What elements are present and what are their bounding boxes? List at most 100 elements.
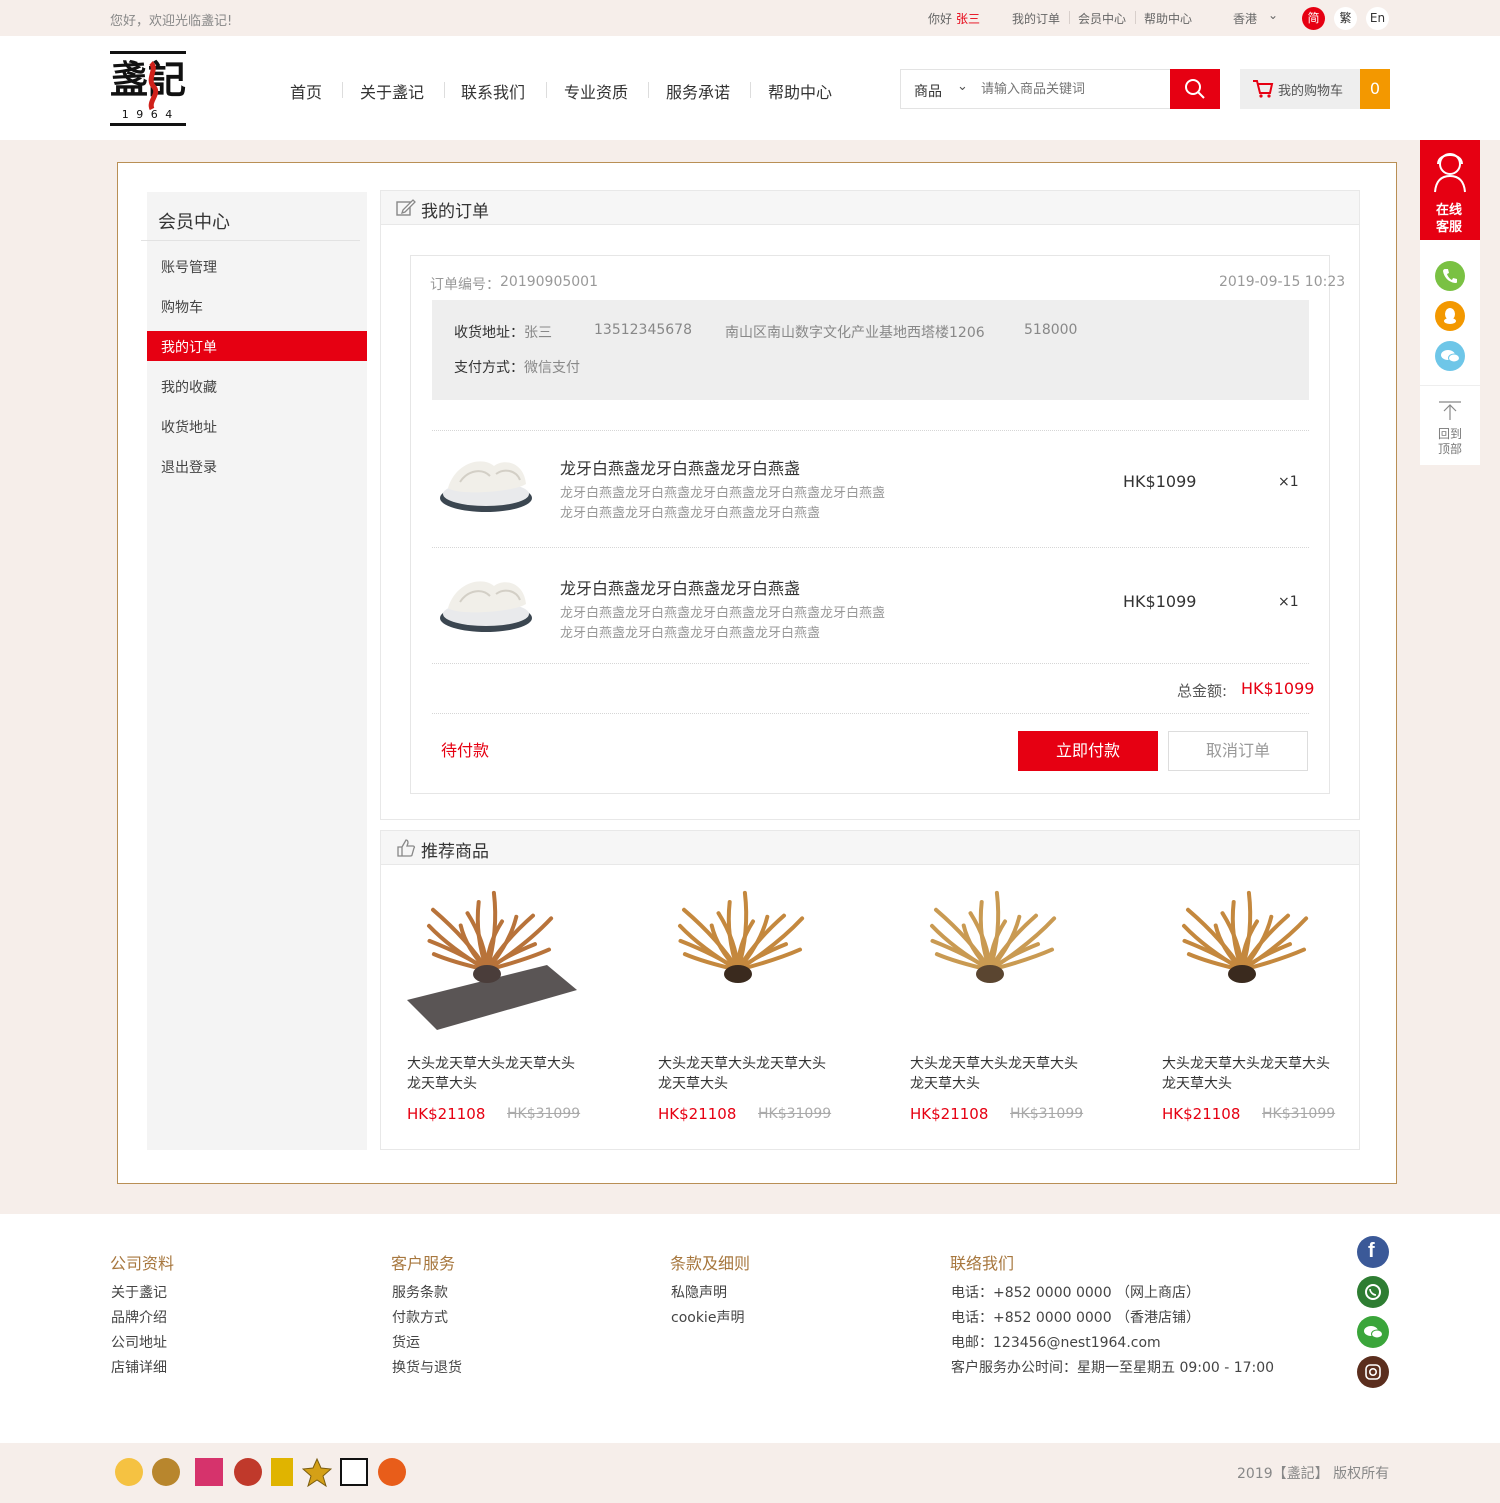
address-label: 收货地址：: [454, 325, 524, 341]
divider: [648, 82, 649, 98]
footer-link[interactable]: cookie声明: [671, 1307, 744, 1327]
wechat-icon[interactable]: [1357, 1316, 1389, 1348]
divider: [1135, 11, 1136, 24]
cordyceps-image: [930, 890, 1057, 983]
pay-now-button[interactable]: 立即付款: [1018, 731, 1158, 771]
cart-count-badge: 0: [1360, 69, 1390, 109]
sidebar-item-account[interactable]: 账号管理: [161, 257, 217, 277]
cancel-order-button[interactable]: 取消订单: [1168, 731, 1308, 771]
order-item-qty: ×1: [1278, 474, 1299, 490]
recommend-product-name: 大头龙天草大头龙天草大头: [910, 1056, 1078, 1072]
recommend-product-card[interactable]: 大头龙天草大头龙天草大头 龙天草大头 HK$21108 HK$31099: [397, 890, 597, 1130]
order-item-price: HK$1099: [1123, 592, 1197, 611]
top-link-help[interactable]: 帮助中心: [1144, 10, 1192, 27]
cordyceps-image: [407, 890, 577, 1030]
payment-method: 微信支付: [524, 360, 580, 376]
arrow-up-icon: [1439, 401, 1461, 420]
nav-help[interactable]: 帮助中心: [768, 79, 832, 103]
lang-english[interactable]: En: [1366, 7, 1389, 30]
order-item-desc: 龙牙白燕盏龙牙白燕盏龙牙白燕盏龙牙白燕盏龙牙白燕盏: [560, 606, 886, 621]
wechat-icon[interactable]: [1435, 341, 1465, 371]
total-label: 总金额:: [1177, 682, 1228, 700]
footer-column-title: 条款及细则: [670, 1254, 751, 1273]
logo-year: 1 9 6 4: [121, 108, 175, 121]
recommend-product-card[interactable]: 大头龙天草大头龙天草大头 龙天草大头 HK$21108 HK$31099: [648, 890, 848, 1130]
order-item-qty: ×1: [1278, 594, 1299, 610]
certification-badge-icon: [340, 1458, 368, 1486]
back-to-top-button[interactable]: 回到 顶部: [1420, 395, 1480, 460]
sidebar-item-label: 我的订单: [161, 340, 217, 356]
username-link[interactable]: 张三: [956, 10, 980, 27]
nav-contact[interactable]: 联系我们: [461, 79, 525, 103]
sidebar-item-orders[interactable]: 我的订单: [147, 331, 367, 361]
cart-label: 我的购物车: [1278, 84, 1344, 99]
recommend-product-name: 龙天草大头: [910, 1076, 980, 1092]
recommend-product-price: HK$21108: [1162, 1105, 1241, 1123]
star-badge-icon: [302, 1457, 332, 1487]
nav-promise[interactable]: 服务承诺: [666, 79, 730, 103]
recommend-product-name: 龙天草大头: [407, 1076, 477, 1092]
footer-link[interactable]: 换货与退货: [392, 1357, 462, 1377]
order-item-name[interactable]: 龙牙白燕盏龙牙白燕盏龙牙白燕盏: [560, 455, 800, 479]
divider: [750, 82, 751, 98]
order-item-desc: 龙牙白燕盏龙牙白燕盏龙牙白燕盏龙牙白燕盏龙牙白燕盏: [560, 486, 886, 501]
recommend-product-name: 大头龙天草大头龙天草大头: [407, 1056, 575, 1072]
recommend-product-name: 龙天草大头: [1162, 1076, 1232, 1092]
footer-link[interactable]: 品牌介绍: [111, 1307, 167, 1327]
lang-traditional[interactable]: 繁: [1334, 7, 1357, 30]
cart-button[interactable]: 我的购物车: [1240, 69, 1360, 109]
order-number-label: 订单编号：: [430, 277, 500, 293]
sidebar-item-cart[interactable]: 购物车: [161, 297, 203, 317]
region-select[interactable]: 香港: [1233, 10, 1257, 27]
top-link-orders[interactable]: 我的订单: [1012, 10, 1060, 27]
orders-panel-header: 我的订单: [381, 191, 1359, 225]
sidebar-item-favorites[interactable]: 我的收藏: [161, 377, 217, 397]
qq-icon[interactable]: [1435, 301, 1465, 331]
order-item-desc: 龙牙白燕盏龙牙白燕盏龙牙白燕盏龙牙白燕盏: [560, 626, 821, 641]
thumbs-up-icon: [397, 839, 416, 857]
nav-about[interactable]: 关于盞记: [360, 79, 424, 103]
footer-link[interactable]: 货运: [392, 1332, 420, 1352]
whatsapp-icon[interactable]: [1357, 1276, 1389, 1308]
nav-qualification[interactable]: 专业资质: [564, 79, 628, 103]
footer-link[interactable]: 公司地址: [111, 1332, 167, 1352]
footer-link[interactable]: 私隐声明: [671, 1282, 727, 1302]
sidebar-item-logout[interactable]: 退出登录: [161, 457, 217, 477]
recommend-product-card[interactable]: 大头龙天草大头龙天草大头 龙天草大头 HK$21108 HK$31099: [900, 890, 1100, 1130]
header: 盞記 1 9 6 4 首页 关于盞记 联系我们 专业资质 服务承诺 帮助中心 商…: [0, 36, 1500, 140]
footer-link[interactable]: 服务条款: [392, 1282, 448, 1302]
divider: [1420, 385, 1480, 386]
certification-badge-icon: [271, 1458, 293, 1486]
recommend-product-card[interactable]: 大头龙天草大头龙天草大头 龙天草大头 HK$21108 HK$31099: [1152, 890, 1352, 1130]
instagram-icon[interactable]: [1357, 1356, 1389, 1388]
divider: [432, 430, 1309, 431]
sidebar-item-address[interactable]: 收货地址: [161, 417, 217, 437]
order-item-price: HK$1099: [1123, 472, 1197, 491]
facebook-icon[interactable]: f: [1357, 1236, 1389, 1268]
order-item-desc: 龙牙白燕盏龙牙白燕盏龙牙白燕盏龙牙白燕盏: [560, 506, 821, 521]
nav-home[interactable]: 首页: [290, 79, 322, 103]
copyright-text: 2019【盞記】 版权所有: [1237, 1466, 1390, 1482]
edit-icon: [396, 199, 416, 216]
footer-link[interactable]: 店铺详细: [111, 1357, 167, 1377]
footer-link[interactable]: 付款方式: [392, 1307, 448, 1327]
phone-icon[interactable]: [1435, 261, 1465, 291]
panel-title: 我的订单: [421, 202, 489, 222]
shipping-address: 南山区南山数字文化产业基地西塔楼1206: [725, 325, 985, 341]
lang-simplified[interactable]: 简: [1302, 7, 1325, 30]
divider: [432, 547, 1309, 548]
cordyceps-image: [1182, 890, 1309, 983]
logo[interactable]: 盞記 1 9 6 4: [110, 51, 186, 127]
search-input[interactable]: [981, 78, 1161, 100]
online-service-button[interactable]: 在线 客服: [1420, 140, 1480, 240]
hello-text: 你好: [928, 12, 953, 26]
search-category-select[interactable]: 商品: [914, 81, 942, 101]
footer-link[interactable]: 关于盞记: [111, 1282, 167, 1302]
order-item-name[interactable]: 龙牙白燕盏龙牙白燕盏龙牙白燕盏: [560, 575, 800, 599]
divider: [546, 82, 547, 98]
back-to-top-label: 顶部: [1438, 442, 1463, 456]
certification-badge-icon: [234, 1458, 262, 1486]
recommend-panel-header: 推荐商品: [381, 831, 1359, 865]
top-link-member[interactable]: 会员中心: [1078, 10, 1126, 27]
search-button[interactable]: [1170, 69, 1220, 109]
